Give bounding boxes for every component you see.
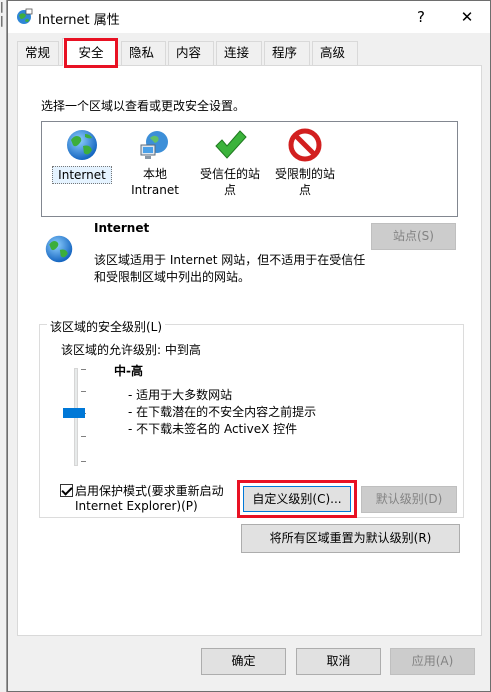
ok-button[interactable]: 确定 <box>201 648 286 675</box>
zone-prompt: 选择一个区域以查看或更改安全设置。 <box>41 99 246 113</box>
slider-tick <box>81 369 86 370</box>
slider-tick <box>81 461 86 462</box>
level-point-2: - 在下载潜在的不安全内容之前提示 <box>128 405 317 419</box>
security-panel: 选择一个区域以查看或更改安全设置。 Internet 本地 Intranet 受… <box>17 65 482 636</box>
level-point-3: - 不下载未签名的 ActiveX 控件 <box>128 422 298 436</box>
internet-properties-dialog: Internet 属性 ? ✕ 常规 安全 隐私 内容 连接 程序 高级 选择一… <box>7 0 491 692</box>
security-level-group-title: 该区域的安全级别(L) <box>47 318 166 335</box>
zone-trusted-sites[interactable]: 受信任的站 点 <box>196 128 264 198</box>
security-level-name: 中-高 <box>114 364 143 378</box>
sites-button[interactable]: 站点(S) <box>371 223 456 250</box>
zone-trusted-line1: 受信任的站 <box>199 167 260 181</box>
cancel-button[interactable]: 取消 <box>296 648 381 675</box>
protected-mode-label-line2[interactable]: Internet Explorer)(P) <box>75 499 198 513</box>
internet-options-icon <box>17 8 33 24</box>
zone-restricted-line2: 点 <box>298 183 311 197</box>
tab-content[interactable]: 内容 <box>168 41 214 65</box>
checkmark-icon <box>215 130 247 159</box>
title-bar[interactable]: Internet 属性 ? ✕ <box>8 1 490 33</box>
intranet-icon <box>140 131 168 159</box>
zone-local-intranet[interactable]: 本地 Intranet <box>124 128 186 198</box>
background-window-edge: | | <box>0 0 7 692</box>
selected-zone-desc-line1: 该区域适用于 Internet 网站，但不适用于在受信任 <box>94 253 366 267</box>
close-button[interactable]: ✕ <box>444 1 490 33</box>
allowed-levels-text: 该区域的允许级别: 中到高 <box>61 343 201 357</box>
reset-all-zones-button[interactable]: 将所有区域重置为默认级别(R) <box>241 524 460 553</box>
zone-local-intranet-line2: Intranet <box>131 183 179 197</box>
slider-tick <box>81 391 86 392</box>
tab-privacy[interactable]: 隐私 <box>121 41 166 65</box>
tab-programs[interactable]: 程序 <box>264 41 310 65</box>
help-button[interactable]: ? <box>398 1 444 33</box>
selected-zone-desc-line2: 和受限制区域中列出的网站。 <box>94 270 251 284</box>
globe-icon <box>67 130 97 160</box>
protected-mode-checkbox[interactable] <box>60 484 73 497</box>
selected-zone-name: Internet <box>94 221 150 235</box>
tab-connections[interactable]: 连接 <box>216 41 262 65</box>
tab-security-label: 安全 <box>78 45 104 60</box>
zone-local-intranet-line1: 本地 <box>142 167 167 181</box>
tab-advanced[interactable]: 高级 <box>312 41 358 65</box>
apply-button[interactable]: 应用(A) <box>390 648 475 675</box>
custom-level-button[interactable]: 自定义级别(C)... <box>243 486 351 512</box>
default-level-button[interactable]: 默认级别(D) <box>361 486 457 513</box>
slider-tick <box>81 436 86 437</box>
zone-list[interactable]: Internet 本地 Intranet 受信任的站 点 受限制的站 点 <box>41 121 458 217</box>
protected-mode-label-line1[interactable]: 启用保护模式(要求重新启动 <box>75 482 224 499</box>
zone-trusted-line2: 点 <box>223 183 236 197</box>
custom-level-highlight: 自定义级别(C)... <box>237 480 357 518</box>
prohibited-icon <box>288 128 322 162</box>
window-title: Internet 属性 <box>38 13 120 28</box>
zone-internet[interactable]: Internet <box>52 128 112 184</box>
tab-general[interactable]: 常规 <box>17 41 59 65</box>
zone-restricted-sites[interactable]: 受限制的站 点 <box>271 128 339 198</box>
selected-zone-globe-icon <box>45 235 73 263</box>
security-level-slider-thumb[interactable] <box>63 408 85 418</box>
tab-security[interactable]: 安全 <box>62 38 118 68</box>
zone-internet-label: Internet <box>52 166 112 184</box>
level-point-1: - 适用于大多数网站 <box>128 388 233 402</box>
zone-restricted-line1: 受限制的站 <box>274 167 335 181</box>
